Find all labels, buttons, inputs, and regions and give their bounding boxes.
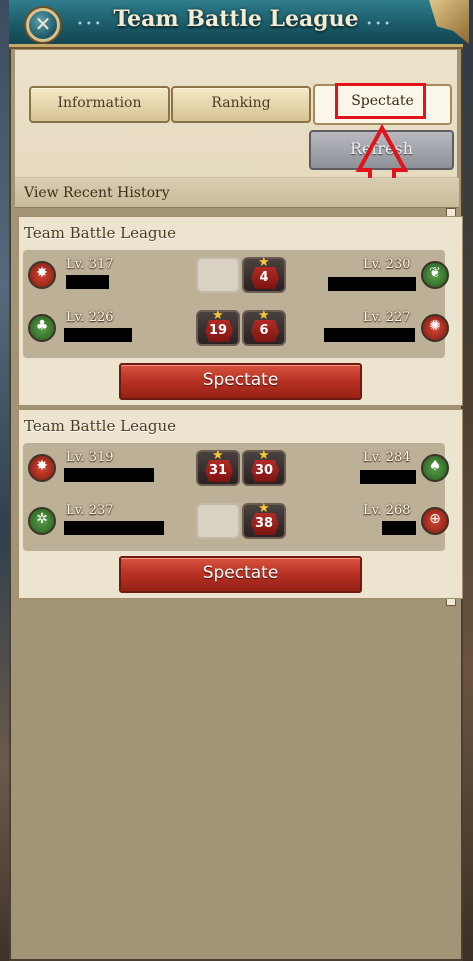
score-box: ★ 4 [242,255,286,293]
green-tree-emblem-icon: ♣ [28,314,56,342]
tab-information[interactable]: Information [29,86,170,123]
spectate-button-label: Spectate [202,563,279,583]
score-box-empty [196,503,240,539]
history-header-label: View Recent History [24,185,170,201]
match-card: Team Battle League ✸ Lv. 317 ★ 4 Lv. 230… [18,216,463,406]
star-icon: ★ [258,448,270,463]
score-value: 19 [208,323,228,338]
redacted-name [64,328,132,342]
window-title: Team Battle League [113,6,359,32]
star-icon: ★ [258,501,270,516]
title-bar: ✕ ••• Team Battle League ••• [9,0,469,47]
score-value: 6 [259,323,269,338]
score-box-empty [196,257,240,293]
player-level: Lv. 319 [66,450,114,465]
match-row: ✲ Lv. 237 ★ 38 Lv. 268 ⊕ [23,498,449,548]
red-star-emblem-icon: ✸ [28,261,56,289]
match-card: Team Battle League ✸ Lv. 319 ★ 31 ★ 30 L… [18,409,463,599]
score-box: ★ 6 [242,308,286,346]
red-crosshair-emblem-icon: ⊕ [421,507,449,535]
player-level: Lv. 317 [66,257,114,272]
player-level: Lv. 227 [363,310,411,325]
green-emblem-icon: ✲ [28,507,56,535]
score-box: ★ 38 [242,501,286,539]
player-level: Lv. 284 [363,450,411,465]
match-scoreboard: ✸ Lv. 317 ★ 4 Lv. 230 ❦ ♣ Lv. 226 ★ 19 ★… [23,250,449,358]
star-icon: ★ [258,255,270,270]
score-value: 38 [254,516,274,531]
redacted-name [64,521,164,535]
green-emblem-icon: ♠ [421,454,449,482]
player-level: Lv. 226 [66,310,114,325]
spectate-button[interactable]: Spectate [119,363,362,400]
red-emblem-icon: ✺ [421,314,449,342]
player-level: Lv. 230 [363,257,411,272]
score-box: ★ 19 [196,308,240,346]
match-title: Team Battle League [24,417,177,435]
score-value: 30 [254,463,274,478]
redacted-name [382,521,416,535]
match-row: ♣ Lv. 226 ★ 19 ★ 6 Lv. 227 ✺ [23,305,449,355]
star-icon: ★ [212,308,224,323]
score-box: ★ 30 [242,448,286,486]
history-header: View Recent History [15,178,459,208]
title-ornament-right: ••• [366,19,393,30]
redacted-name [328,277,416,291]
tab-information-label: Information [57,95,142,111]
score-value: 31 [208,463,228,478]
match-title: Team Battle League [24,224,177,242]
player-level: Lv. 237 [66,503,114,518]
match-scoreboard: ✸ Lv. 319 ★ 31 ★ 30 Lv. 284 ♠ ✲ Lv. 237 … [23,443,449,551]
tab-ranking[interactable]: Ranking [171,86,311,123]
star-icon: ★ [258,308,270,323]
highlight-box-annotation [335,83,426,119]
redacted-name [360,470,416,484]
score-value: 4 [259,270,269,285]
match-list[interactable]: Team Battle League ✸ Lv. 317 ★ 4 Lv. 230… [15,208,463,953]
spectate-button[interactable]: Spectate [119,556,362,593]
redacted-name [324,328,415,342]
redacted-name [66,275,109,289]
player-level: Lv. 268 [363,503,411,518]
score-box: ★ 31 [196,448,240,486]
redacted-name [64,468,154,482]
match-row: ✸ Lv. 319 ★ 31 ★ 30 Lv. 284 ♠ [23,445,449,495]
green-emblem-icon: ❦ [421,261,449,289]
star-icon: ★ [212,448,224,463]
match-row: ✸ Lv. 317 ★ 4 Lv. 230 ❦ [23,252,449,302]
tab-ranking-label: Ranking [211,95,271,111]
spectate-button-label: Spectate [202,370,279,390]
red-star-emblem-icon: ✸ [28,454,56,482]
